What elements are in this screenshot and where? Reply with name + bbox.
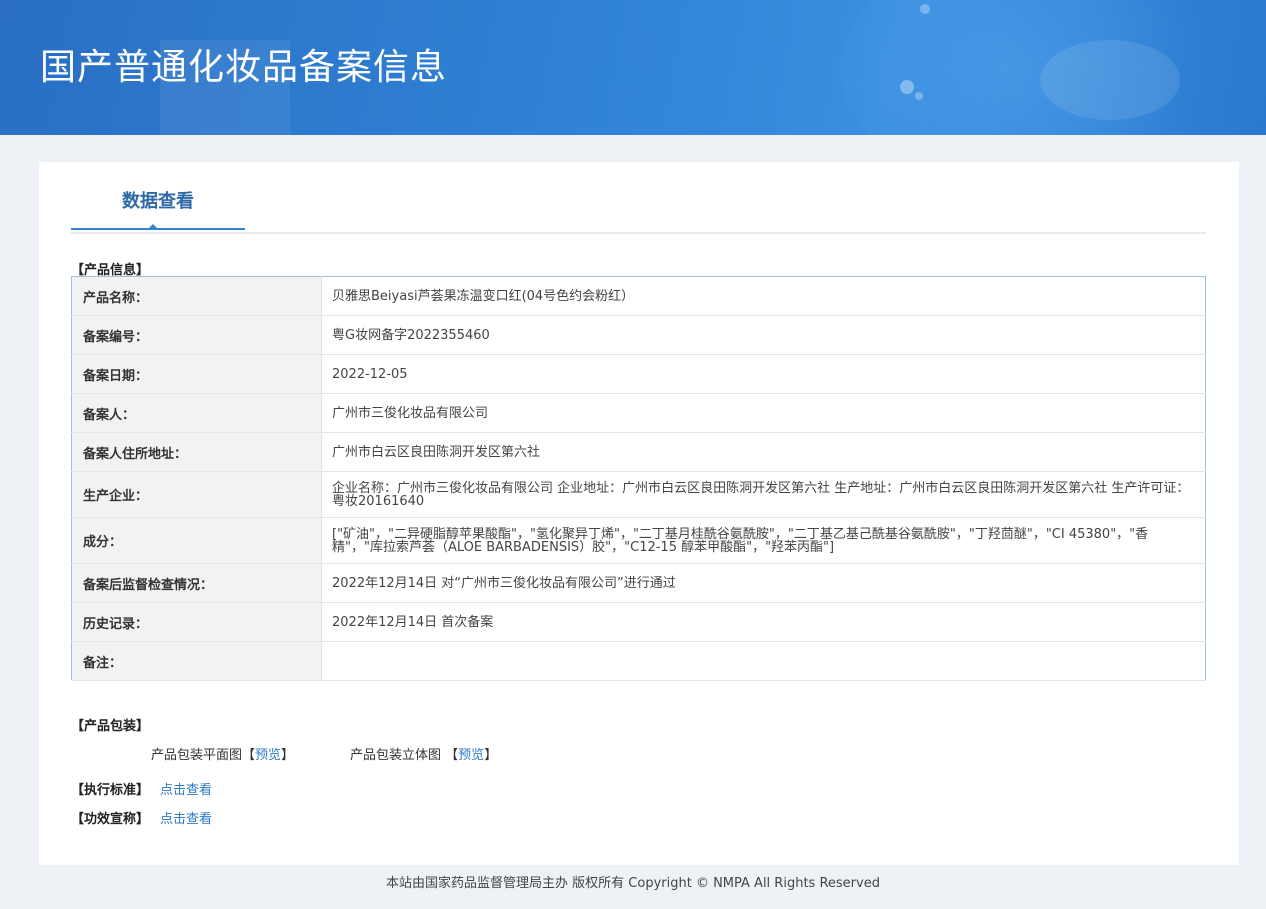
- row-key: 备案日期：: [71, 354, 322, 394]
- row-key: 成分：: [71, 517, 322, 564]
- table-row: 生产企业： 企业名称：广州市三俊化妆品有限公司 企业地址：广州市白云区良田陈洞开…: [71, 471, 1206, 518]
- row-value: ["矿油"，"二异硬脂醇苹果酸酯"，"氢化聚异丁烯"，"二丁基月桂酰谷氨酰胺"，…: [321, 517, 1206, 564]
- row-value: 2022年12月14日 首次备案: [321, 602, 1206, 642]
- row-value: [321, 641, 1206, 681]
- row-value: 粤G妆网备字2022355460: [321, 315, 1206, 355]
- banner-decoration: [920, 4, 930, 14]
- preview-solid-link[interactable]: 预览: [458, 748, 484, 763]
- row-value: 广州市三俊化妆品有限公司: [321, 393, 1206, 433]
- row-key: 备案人住所地址：: [71, 432, 322, 472]
- bracket: 【: [242, 748, 256, 763]
- banner-decoration: [915, 92, 923, 100]
- table-row: 备案人： 广州市三俊化妆品有限公司: [71, 393, 1206, 433]
- banner-decoration: [900, 80, 914, 94]
- row-value: 贝雅思Beiyasi芦荟果冻温变口红(04号色约会粉红）: [321, 276, 1206, 316]
- row-key: 备注：: [71, 641, 322, 681]
- package-flat-label: 产品包装平面图: [151, 748, 243, 763]
- page-title: 国产普通化妆品备案信息: [40, 47, 448, 88]
- row-value: 2022-12-05: [321, 354, 1206, 394]
- table-row: 历史记录： 2022年12月14日 首次备案: [71, 602, 1206, 642]
- row-key: 产品名称：: [71, 276, 322, 316]
- row-key: 备案编号：: [71, 315, 322, 355]
- package-solid-label: 产品包装立体图: [350, 748, 442, 763]
- table-row: 备注：: [71, 641, 1206, 681]
- standard-view-link[interactable]: 点击查看: [160, 779, 212, 798]
- table-row: 备案编号： 粤G妆网备字2022355460: [71, 315, 1206, 355]
- row-key: 历史记录：: [71, 602, 322, 642]
- table-row: 备案人住所地址： 广州市白云区良田陈洞开发区第六社: [71, 432, 1206, 472]
- efficacy-view-link[interactable]: 点击查看: [160, 808, 212, 827]
- package-flat-row: 产品包装平面图【预览】: [151, 744, 294, 763]
- bracket: 】: [484, 748, 498, 763]
- row-value: 2022年12月14日 对“广州市三俊化妆品有限公司”进行通过: [321, 563, 1206, 603]
- table-row: 备案后监督检查情况： 2022年12月14日 对“广州市三俊化妆品有限公司”进行…: [71, 563, 1206, 603]
- package-solid-row: 产品包装立体图 【预览】: [350, 744, 497, 763]
- row-value: 广州市白云区良田陈洞开发区第六社: [321, 432, 1206, 472]
- tab-data-view[interactable]: 数据查看: [71, 162, 245, 230]
- section-title-standard: 【执行标准】: [71, 783, 150, 798]
- tab-label: 数据查看: [122, 191, 194, 212]
- banner-decoration: [1040, 40, 1180, 120]
- table-row: 产品名称： 贝雅思Beiyasi芦荟果冻温变口红(04号色约会粉红）: [71, 276, 1206, 316]
- footer-copyright: 本站由国家药品监督管理局主办 版权所有 Copyright © NMPA All…: [386, 876, 880, 891]
- table-row: 成分： ["矿油"，"二异硬脂醇苹果酸酯"，"氢化聚异丁烯"，"二丁基月桂酰谷氨…: [71, 517, 1206, 564]
- section-title-efficacy: 【功效宣称】: [71, 812, 150, 827]
- bracket: 【: [445, 748, 459, 763]
- table-row: 备案日期： 2022-12-05: [71, 354, 1206, 394]
- header-banner: 国产普通化妆品备案信息: [0, 0, 1266, 135]
- tab-caret-icon: [147, 224, 159, 230]
- preview-flat-link[interactable]: 预览: [255, 748, 281, 763]
- tab-bar: 数据查看: [71, 162, 1206, 234]
- row-key: 备案人：: [71, 393, 322, 433]
- content-card: 数据查看 【产品信息】 产品名称： 贝雅思Beiyasi芦荟果冻温变口红(04号…: [39, 162, 1239, 865]
- row-key: 备案后监督检查情况：: [71, 563, 322, 603]
- product-info-table: 产品名称： 贝雅思Beiyasi芦荟果冻温变口红(04号色约会粉红） 备案编号：…: [71, 276, 1206, 681]
- row-key: 生产企业：: [71, 471, 322, 518]
- section-title-packaging: 【产品包装】: [71, 719, 150, 734]
- bracket: 】: [281, 748, 295, 763]
- row-value: 企业名称：广州市三俊化妆品有限公司 企业地址：广州市白云区良田陈洞开发区第六社 …: [321, 471, 1206, 518]
